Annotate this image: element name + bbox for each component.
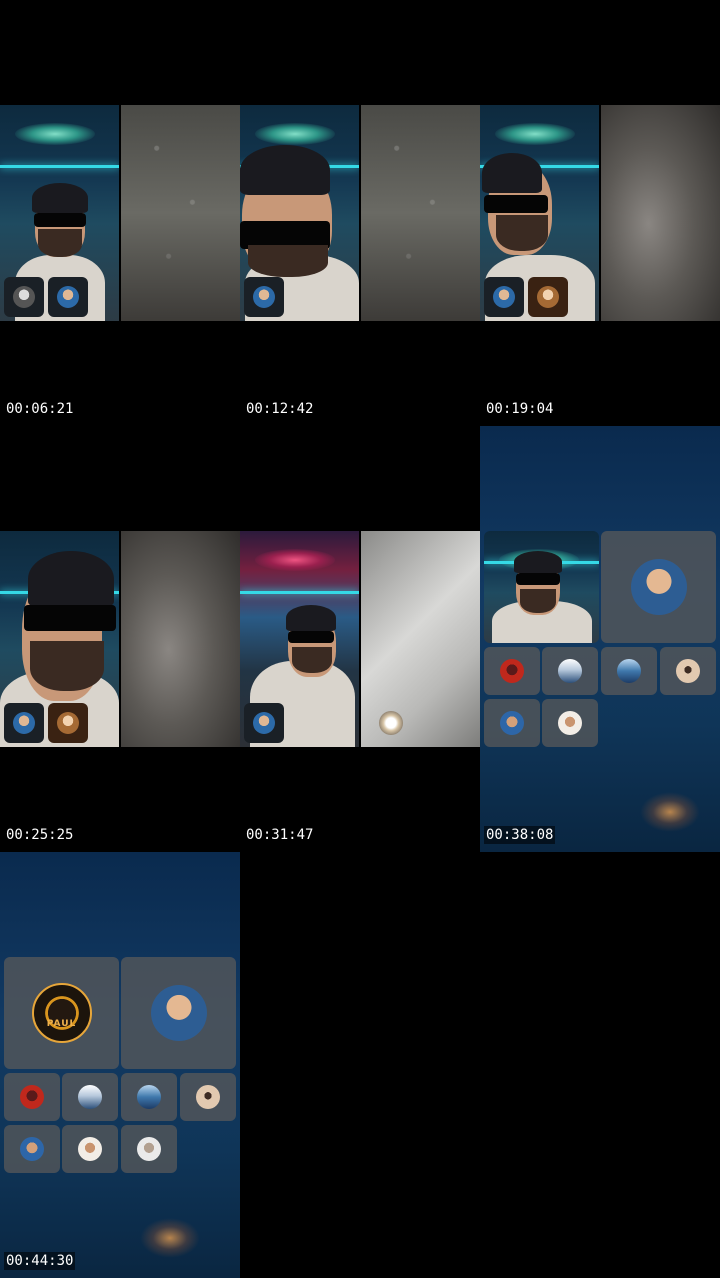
participant-avatar	[500, 711, 524, 735]
thumbnail-strip	[244, 277, 284, 317]
frame-cell-3: 00:19:04	[480, 0, 720, 426]
timestamp-label: 00:38:08	[484, 826, 556, 844]
participant-avatar	[137, 1137, 161, 1161]
participant-avatar	[558, 659, 582, 683]
call-frame	[0, 531, 240, 747]
participant-grid	[480, 531, 720, 761]
call-frame	[240, 105, 480, 321]
participant-thumbnail[interactable]	[48, 703, 88, 743]
thumbnail-strip	[484, 277, 568, 317]
timestamp-label: 00:06:21	[4, 400, 76, 418]
frame-cell-2: 00:12:42	[240, 0, 480, 426]
participant-avatar	[20, 1137, 44, 1161]
participant-tile[interactable]	[4, 1073, 60, 1121]
timestamp-label: 00:25:25	[4, 826, 76, 844]
participant-tile[interactable]	[121, 1073, 177, 1121]
call-frame	[0, 105, 240, 321]
participant-tile[interactable]	[62, 1125, 118, 1173]
frame-cell-4: 00:25:25	[0, 426, 240, 852]
thumbnail-strip	[4, 703, 88, 743]
timestamp-label: 00:12:42	[244, 400, 316, 418]
participant-avatar	[78, 1085, 102, 1109]
local-video-pane	[121, 531, 240, 747]
call-frame	[480, 105, 720, 321]
participant-avatar	[558, 711, 582, 735]
local-video-pane	[121, 105, 240, 321]
participant-thumbnail[interactable]	[48, 277, 88, 317]
participant-avatar	[676, 659, 700, 683]
participant-thumbnail[interactable]	[244, 703, 284, 743]
participant-tile[interactable]	[121, 1125, 177, 1173]
participant-tile[interactable]	[601, 531, 716, 643]
local-video-pane	[601, 105, 720, 321]
participant-tile[interactable]: PAUL	[4, 957, 119, 1069]
participant-tile[interactable]	[542, 699, 598, 747]
local-video-pane	[361, 531, 480, 747]
participant-avatar	[20, 1085, 44, 1109]
call-frame	[240, 531, 480, 747]
participant-avatar	[617, 659, 641, 683]
logo-text: PAUL	[46, 1019, 77, 1029]
participant-avatar	[137, 1085, 161, 1109]
participant-grid: PAUL	[0, 957, 240, 1187]
participant-tile[interactable]	[660, 647, 716, 695]
logo-avatar: PAUL	[31, 983, 92, 1043]
participant-thumbnail[interactable]	[528, 277, 568, 317]
remote-video-pane	[240, 531, 359, 747]
participant-thumbnail[interactable]	[244, 277, 284, 317]
participant-avatar	[500, 659, 524, 683]
self-video-tile[interactable]	[484, 531, 599, 643]
participant-tile[interactable]	[542, 647, 598, 695]
thumbnail-strip	[244, 703, 284, 743]
participant-thumbnail[interactable]	[4, 703, 44, 743]
participant-avatar	[150, 985, 207, 1041]
frame-cell-5: 00:31:47	[240, 426, 480, 852]
participant-tile[interactable]	[484, 647, 540, 695]
remote-video-pane	[0, 105, 119, 321]
participant-tile[interactable]	[484, 699, 540, 747]
participant-avatar	[78, 1137, 102, 1161]
timestamp-label: 00:31:47	[244, 826, 316, 844]
participant-tile[interactable]	[180, 1073, 236, 1121]
timestamp-label: 00:19:04	[484, 400, 556, 418]
remote-video-pane	[0, 531, 119, 747]
participant-tile[interactable]	[601, 647, 657, 695]
participant-tile[interactable]	[121, 957, 236, 1069]
timestamp-label: 00:44:30	[4, 1252, 76, 1270]
remote-video-pane	[240, 105, 359, 321]
participant-tile[interactable]	[62, 1073, 118, 1121]
participant-avatar	[630, 559, 687, 615]
participant-tile[interactable]	[4, 1125, 60, 1173]
frame-cell-1: 00:06:21	[0, 0, 240, 426]
remote-video-pane	[480, 105, 599, 321]
thumbnail-strip	[4, 277, 88, 317]
frame-cell-7: PAUL 00:44:30	[0, 852, 240, 1278]
participant-thumbnail[interactable]	[4, 277, 44, 317]
participant-avatar	[196, 1085, 220, 1109]
frame-cell-6: 00:38:08	[480, 426, 720, 852]
participant-thumbnail[interactable]	[484, 277, 524, 317]
local-video-pane	[361, 105, 480, 321]
